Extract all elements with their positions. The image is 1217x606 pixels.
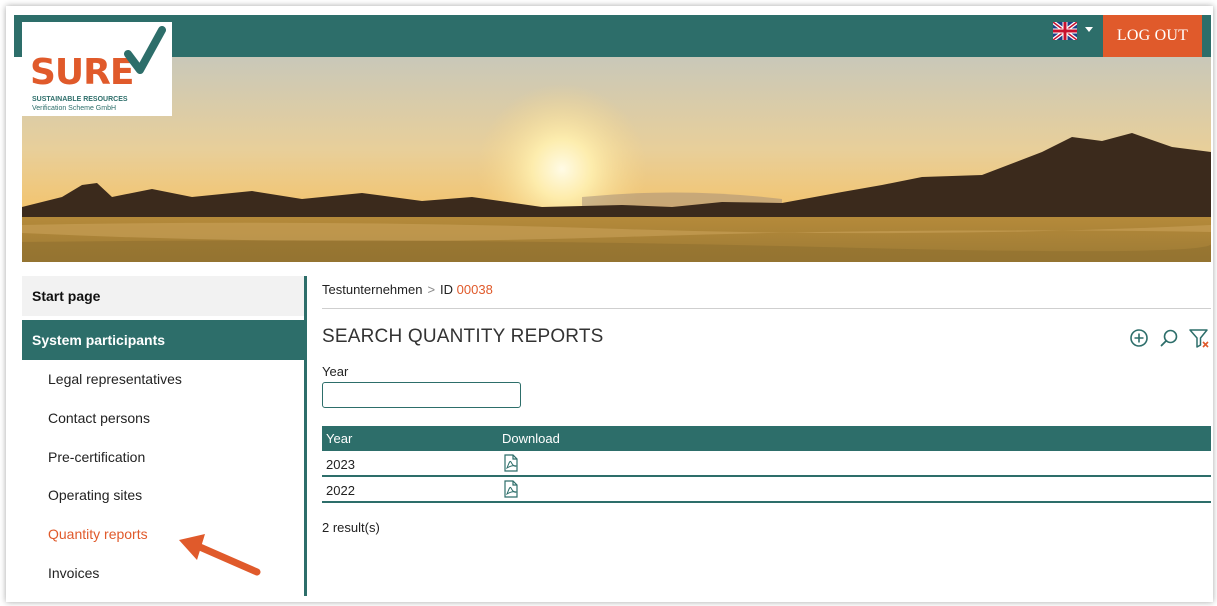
breadcrumb-company[interactable]: Testunternehmen	[322, 282, 422, 297]
pdf-document-icon[interactable]	[502, 480, 520, 498]
logo-wordmark: SURE	[30, 52, 134, 93]
add-circle-icon[interactable]	[1128, 327, 1150, 349]
annotation-arrow-icon	[179, 534, 261, 576]
search-icon[interactable]	[1158, 327, 1180, 349]
breadcrumb-separator: >	[427, 282, 436, 297]
sidebar-item-invoices[interactable]: Invoices	[48, 565, 99, 581]
year-label: Year	[322, 364, 349, 379]
breadcrumb: Testunternehmen > ID 00038	[322, 282, 493, 297]
year-input[interactable]	[322, 382, 521, 408]
logout-button[interactable]: LOG OUT	[1103, 15, 1202, 57]
table-row: 2023	[322, 451, 1211, 477]
sidebar-item-quantity-reports[interactable]: Quantity reports	[48, 526, 148, 542]
results-count: 2 result(s)	[322, 520, 380, 535]
results-table: Year Download 2023 2022	[322, 426, 1211, 503]
sidebar-item-start-page[interactable]: Start page	[22, 276, 304, 316]
row-year: 2023	[326, 457, 355, 472]
column-header-year[interactable]: Year	[326, 431, 352, 446]
sidebar-section-system-participants[interactable]: System participants	[22, 320, 304, 360]
sure-logo[interactable]: SURE SUSTAINABLE RESOURCES Verification …	[22, 22, 172, 116]
column-header-download: Download	[502, 431, 560, 446]
page-title: SEARCH QUANTITY REPORTS	[322, 326, 604, 347]
filter-clear-icon[interactable]	[1188, 327, 1210, 349]
breadcrumb-divider	[322, 308, 1211, 309]
sidebar-item-pre-certification[interactable]: Pre-certification	[48, 449, 145, 465]
breadcrumb-id-label: ID	[440, 282, 454, 297]
pdf-document-icon[interactable]	[502, 454, 520, 472]
table-header: Year Download	[322, 426, 1211, 451]
language-dropdown-caret-icon[interactable]	[1085, 27, 1093, 32]
logo-subtitle-2: Verification Scheme GmbH	[32, 105, 117, 112]
top-bar	[14, 15, 1211, 57]
logo-subtitle: SUSTAINABLE RESOURCES	[32, 96, 128, 103]
header-banner-image	[22, 57, 1211, 262]
toolbar	[1128, 327, 1210, 349]
table-row: 2022	[322, 477, 1211, 503]
sidebar-item-contact-persons[interactable]: Contact persons	[48, 410, 150, 426]
row-year: 2022	[326, 483, 355, 498]
sidebar-item-legal-representatives[interactable]: Legal representatives	[48, 371, 182, 387]
breadcrumb-id-value: 00038	[456, 282, 493, 297]
uk-flag-icon[interactable]	[1053, 22, 1077, 40]
sidebar-item-operating-sites[interactable]: Operating sites	[48, 487, 142, 503]
sidebar-divider	[304, 276, 307, 596]
checkmark-icon	[124, 26, 166, 74]
